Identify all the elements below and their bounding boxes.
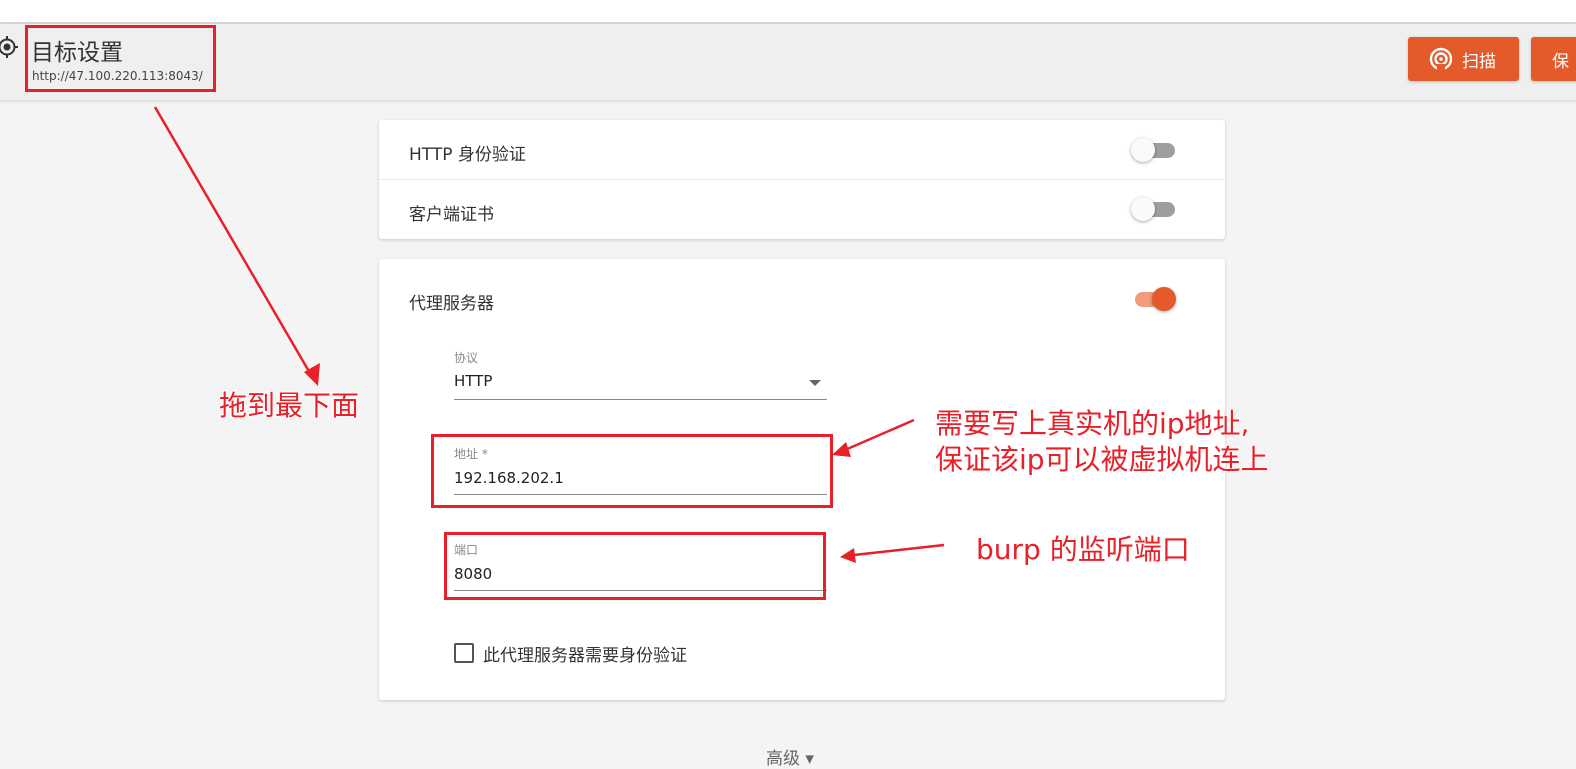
annotation-port-note: burp 的监听端口 xyxy=(976,533,1190,566)
arrow-drag-down xyxy=(153,106,316,381)
arrow-ip-note xyxy=(844,418,915,452)
annotation-arrows xyxy=(153,106,945,563)
annotation-ip-note-line2: 保证该ip可以被虚拟机连上 xyxy=(935,443,1269,476)
arrow-port-note xyxy=(853,543,945,557)
arrowhead xyxy=(832,442,851,457)
arrowhead xyxy=(840,548,856,563)
annotation-drag-note: 拖到最下面 xyxy=(219,389,360,422)
annotation-ip-note-line1: 需要写上真实机的ip地址, xyxy=(935,407,1250,440)
